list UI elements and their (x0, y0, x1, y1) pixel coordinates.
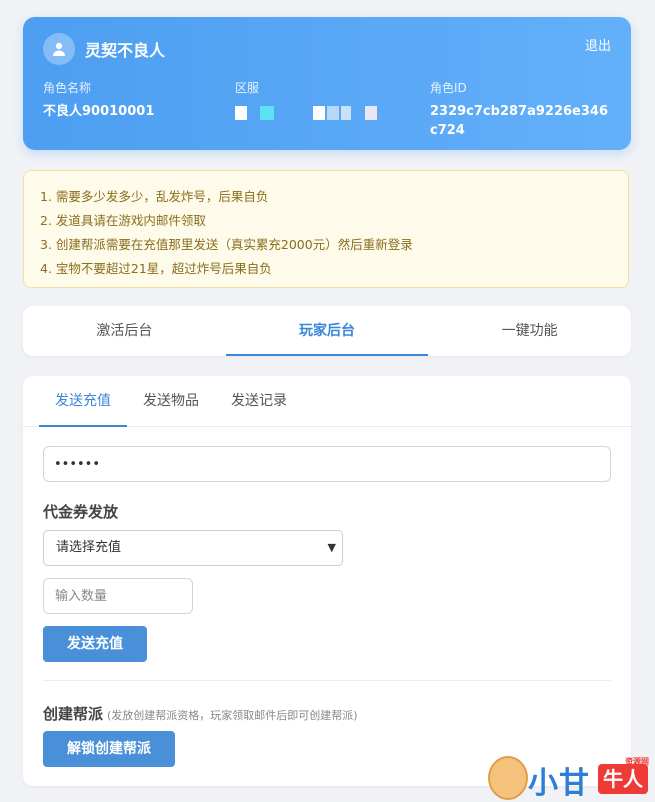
role-id-value: 2329c7cb287a9226e346c724 (430, 104, 608, 138)
watermark-logo: 小甘 牛人 资源网 (488, 752, 655, 801)
user-icon (43, 33, 75, 65)
notice-box: 1. 需要多少发多少，乱发炸号，后果自负 2. 发道具请在游戏内邮件领取 3. … (23, 170, 629, 288)
app-title: 灵契不良人 (85, 41, 166, 60)
recharge-select[interactable]: 请选择充值 ▼ (43, 530, 343, 566)
guild-section-hint: (发放创建帮派资格，玩家领取邮件后即可创建帮派) (107, 709, 358, 722)
server-field: 区服 (235, 79, 385, 120)
tab-player-backend[interactable]: 玩家后台 (225, 306, 429, 356)
role-id-field: 角色ID 2329c7cb287a9226e346c724 (430, 79, 610, 140)
send-recharge-button[interactable]: 发送充值 (43, 626, 147, 662)
sub-tabs: 发送充值 发送物品 发送记录 (23, 376, 631, 427)
main-tabs: 激活后台 玩家后台 一键功能 (23, 306, 631, 356)
server-label: 区服 (235, 81, 260, 95)
notice-line: 4. 宝物不要超过21星，超过炸号后果自负 (40, 261, 272, 276)
watermark-text-1: 小甘 (528, 766, 590, 801)
role-name-label: 角色名称 (43, 81, 92, 95)
mascot-icon (488, 756, 528, 800)
notice-line: 3. 创建帮派需要在充值那里发送（真实累充2000元）然后重新登录 (40, 237, 413, 252)
logout-link[interactable]: 退出 (585, 35, 611, 54)
password-input[interactable] (43, 446, 611, 482)
tab-send-records[interactable]: 发送记录 (231, 376, 287, 426)
chevron-down-icon: ▼ (327, 541, 336, 554)
divider (43, 680, 611, 681)
unlock-guild-button[interactable]: 解锁创建帮派 (43, 731, 175, 767)
guild-section-heading: 创建帮派 (发放创建帮派资格，玩家领取邮件后即可创建帮派) (43, 703, 358, 724)
player-panel: 发送充值 发送物品 发送记录 代金券发放 请选择充值 ▼ 发送充值 创建帮派(发… (23, 376, 631, 786)
tab-send-recharge[interactable]: 发送充值 (39, 376, 127, 427)
quantity-input[interactable] (43, 578, 193, 614)
watermark-tag: 资源网 (625, 757, 649, 766)
notice-line: 2. 发道具请在游戏内邮件领取 (40, 213, 206, 228)
tab-one-click[interactable]: 一键功能 (428, 306, 631, 356)
voucher-section-title: 代金券发放 (43, 503, 119, 521)
watermark-text-2: 牛人 (598, 764, 648, 794)
role-info-card: 灵契不良人 退出 角色名称 不良人90010001 区服 角色ID 2329c7… (23, 17, 631, 150)
server-value-redacted (235, 106, 385, 120)
tab-send-items[interactable]: 发送物品 (143, 376, 199, 426)
tab-activate-backend[interactable]: 激活后台 (23, 306, 226, 356)
guild-section-title: 创建帮派 (43, 705, 104, 723)
notice-line: 1. 需要多少发多少，乱发炸号，后果自负 (40, 189, 269, 204)
recharge-select-value: 请选择充值 (56, 540, 122, 555)
role-name-field: 角色名称 不良人90010001 (43, 79, 154, 121)
role-id-label: 角色ID (430, 81, 467, 95)
role-name-value: 不良人90010001 (43, 104, 155, 119)
